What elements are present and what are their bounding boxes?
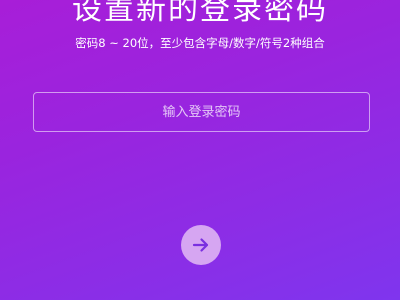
password-field[interactable] (33, 92, 370, 132)
password-input[interactable] (34, 93, 369, 131)
next-button[interactable] (181, 225, 221, 265)
password-rules-hint: 密码8 ~ 20位，至少包含字母/数字/符号2种组合 (75, 36, 325, 50)
page-title: 设置新的登录密码 (72, 0, 328, 27)
arrow-right-icon (192, 236, 210, 254)
